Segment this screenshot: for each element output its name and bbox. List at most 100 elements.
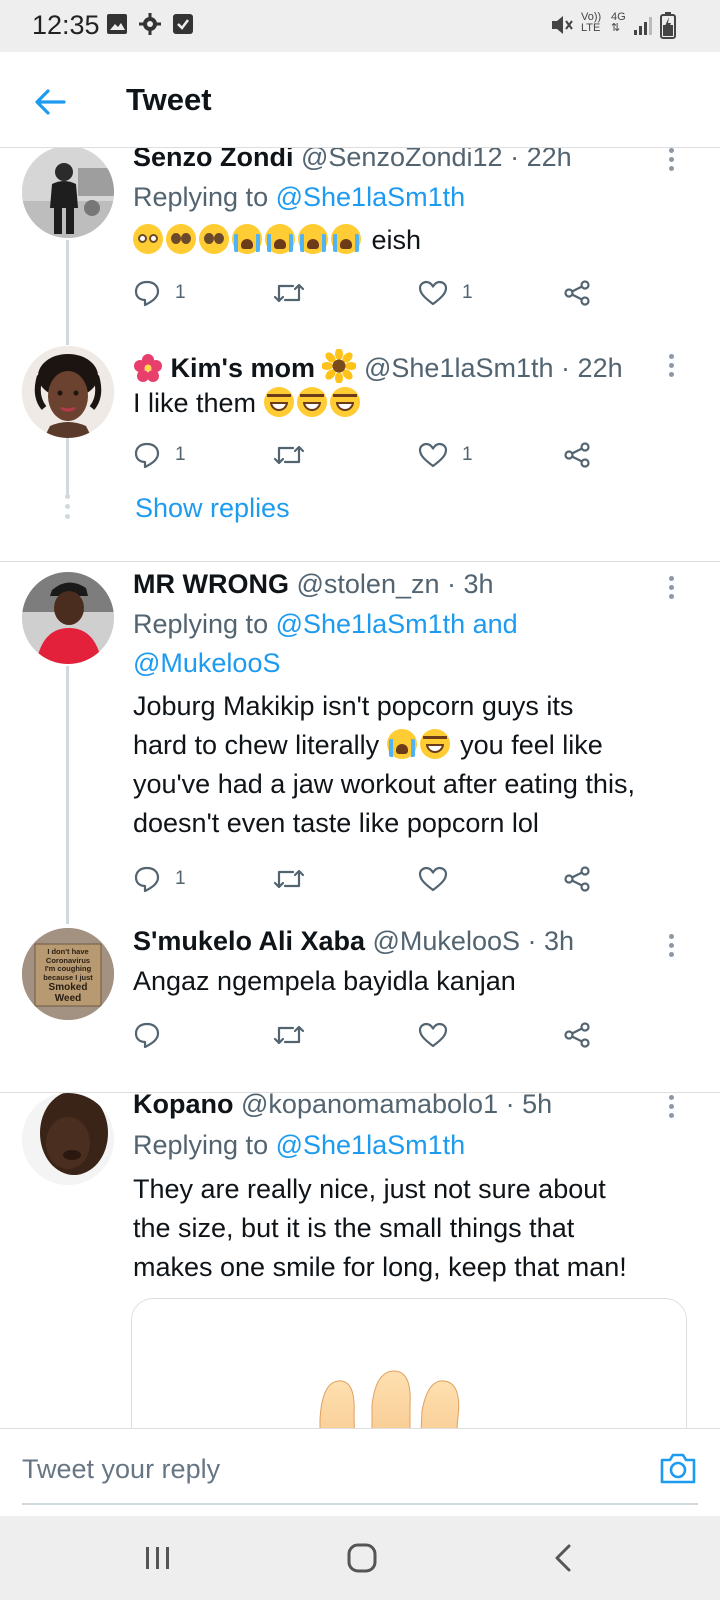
- gear-icon: [139, 13, 161, 35]
- timestamp[interactable]: 3h: [544, 926, 574, 956]
- username[interactable]: @MukelooS: [373, 926, 520, 956]
- share-button[interactable]: [563, 440, 591, 470]
- reply-count: 1: [175, 868, 186, 889]
- tweet-smukelo-ali-xaba[interactable]: I don't have Coronavirus I'm coughing be…: [0, 922, 720, 1070]
- timestamp[interactable]: 5h: [522, 1089, 552, 1119]
- tweet-text: They are really nice, just not sure abou…: [133, 1170, 703, 1287]
- mention-link[interactable]: @She1laSm1th: [276, 1130, 466, 1160]
- battery-icon: [660, 12, 676, 39]
- display-name[interactable]: MR WRONG: [133, 569, 289, 599]
- tweet-header-line: Kim's mom @She1laSm1th · 22h: [133, 349, 623, 384]
- retweet-button[interactable]: [273, 278, 305, 308]
- timestamp[interactable]: 22h: [578, 353, 623, 383]
- mention-link[interactable]: @MukelooS: [133, 648, 280, 678]
- tweet-text: eish: [133, 221, 693, 260]
- retweet-icon: [273, 445, 305, 465]
- avatar[interactable]: I don't have Coronavirus I'm coughing be…: [22, 928, 114, 1020]
- share-button[interactable]: [563, 1020, 591, 1050]
- mention-link[interactable]: @She1laSm1th: [276, 609, 466, 639]
- more-options-icon[interactable]: [668, 576, 676, 602]
- mention-link[interactable]: @She1laSm1th: [276, 182, 466, 212]
- avatar[interactable]: [22, 1093, 114, 1185]
- more-options-icon[interactable]: [668, 354, 676, 380]
- more-options-icon[interactable]: [668, 148, 676, 174]
- mute-icon: [552, 16, 573, 34]
- tears-of-joy-emoji-icon: [296, 387, 327, 417]
- tweet-reply-input[interactable]: [22, 1429, 698, 1505]
- pleading-face-emoji-icon: [199, 224, 229, 254]
- tweet-body-line: Joburg Makikip isn't popcorn guys its: [133, 691, 574, 721]
- avatar-image: [22, 148, 114, 238]
- retweet-icon: [273, 869, 305, 889]
- display-name[interactable]: Kim's mom: [171, 353, 315, 383]
- tweet-media-image[interactable]: [131, 1298, 687, 1428]
- tears-of-joy-emoji-icon: [263, 387, 294, 417]
- like-button[interactable]: [418, 1020, 448, 1050]
- tweet-body-line: hard to chew literally you feel like: [133, 726, 703, 765]
- display-name[interactable]: Kopano: [133, 1089, 234, 1119]
- volte-label: Vo)) LTE: [581, 12, 601, 34]
- sign-line: because I just: [43, 972, 93, 982]
- tweet-kims-mom[interactable]: Kim's mom @She1laSm1th · 22h I like them…: [0, 346, 720, 551]
- tweet-header-line: MR WRONG @stolen_zn · 3h: [133, 569, 494, 600]
- timestamp[interactable]: 22h: [527, 148, 572, 172]
- tweet-text: Joburg Makikip isn't popcorn guys its ha…: [133, 687, 703, 843]
- reply-button[interactable]: 1: [133, 864, 186, 894]
- tweet-senzo-zondi[interactable]: Senzo Zondi @SenzoZondi12 · 22h Replying…: [0, 148, 720, 348]
- recent-apps-icon[interactable]: [138, 1540, 178, 1576]
- retweet-button[interactable]: [273, 440, 305, 470]
- username[interactable]: @SenzoZondi12: [301, 148, 503, 172]
- back-arrow-icon[interactable]: [30, 82, 70, 122]
- share-icon: [564, 442, 590, 468]
- data-arrows-icon: ⇅: [611, 22, 621, 34]
- separator-dot: ·: [447, 569, 457, 599]
- show-replies-link[interactable]: Show replies: [135, 493, 290, 524]
- loudly-crying-face-emoji-icon: [265, 224, 295, 254]
- retweet-button[interactable]: [273, 864, 305, 894]
- gallery-icon: [107, 14, 127, 34]
- tweet-body-text: hard to chew literally: [133, 730, 380, 760]
- sign-line: Weed: [54, 993, 82, 1004]
- more-options-icon[interactable]: [668, 1095, 676, 1121]
- replying-to-label: Replying to: [133, 1130, 269, 1160]
- tweet-body-text: you feel like: [460, 730, 603, 760]
- timestamp[interactable]: 3h: [464, 569, 494, 599]
- username[interactable]: @stolen_zn: [297, 569, 440, 599]
- loudly-crying-face-emoji-icon: [232, 224, 262, 254]
- avatar[interactable]: [22, 148, 114, 238]
- display-name[interactable]: S'mukelo Ali Xaba: [133, 926, 365, 956]
- heart-icon: [418, 866, 448, 892]
- back-icon[interactable]: [544, 1540, 584, 1576]
- username[interactable]: @kopanomamabolo1: [241, 1089, 498, 1119]
- share-button[interactable]: [563, 864, 591, 894]
- like-button[interactable]: [418, 864, 448, 894]
- like-button[interactable]: 1: [418, 440, 473, 470]
- tweet-actions: [133, 1020, 603, 1050]
- like-button[interactable]: 1: [418, 278, 473, 308]
- more-options-icon[interactable]: [668, 934, 676, 960]
- home-icon[interactable]: [342, 1540, 382, 1576]
- replies-timeline[interactable]: Senzo Zondi @SenzoZondi12 · 22h Replying…: [0, 148, 720, 1428]
- camera-icon[interactable]: [659, 1451, 697, 1485]
- system-navigation-bar: [0, 1516, 720, 1600]
- retweet-icon: [273, 1025, 305, 1045]
- avatar[interactable]: [22, 346, 114, 438]
- display-name[interactable]: Senzo Zondi: [133, 148, 293, 172]
- replying-to: Replying to @She1laSm1th: [133, 1126, 465, 1165]
- tweet-body-line: you've had a jaw workout after eating th…: [133, 769, 635, 799]
- username[interactable]: @She1laSm1th: [364, 353, 554, 383]
- reply-button[interactable]: 1: [133, 440, 186, 470]
- separator-dot: ·: [510, 148, 520, 172]
- page-title: Tweet: [126, 82, 212, 117]
- tweet-body-line: doesn't even taste like popcorn lol: [133, 808, 539, 838]
- loudly-crying-face-emoji-icon: [298, 224, 328, 254]
- reply-button[interactable]: 1: [133, 278, 186, 308]
- share-button[interactable]: [563, 278, 591, 308]
- mention-conjunction[interactable]: and: [473, 609, 518, 639]
- share-icon: [564, 866, 590, 892]
- reply-button[interactable]: [133, 1020, 161, 1050]
- avatar[interactable]: [22, 572, 114, 664]
- retweet-button[interactable]: [273, 1020, 305, 1050]
- tweet-body-text: Angaz ngempela bayidla kanjan: [133, 966, 516, 996]
- thread-line: [66, 666, 69, 924]
